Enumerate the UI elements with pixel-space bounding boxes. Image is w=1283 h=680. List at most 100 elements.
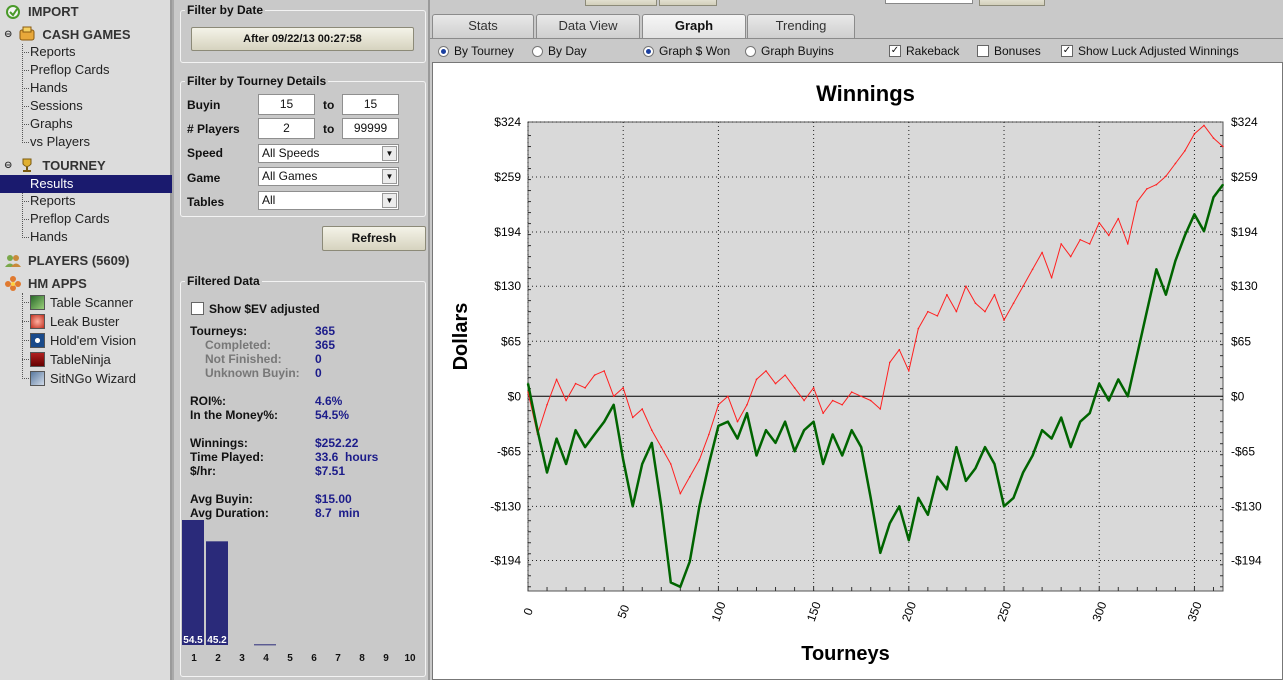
series-point-1 xyxy=(946,488,948,491)
series-point-1 xyxy=(1022,471,1024,474)
tab-trending[interactable]: Trending xyxy=(747,14,855,38)
graph-won-option[interactable]: Graph $ Won xyxy=(643,44,730,58)
filter-by-date-title: Filter by Date xyxy=(185,3,266,17)
filter-panel: Filter by Date After 09/22/13 00:27:58 F… xyxy=(174,0,430,680)
tables-select[interactable]: All ▼ xyxy=(258,191,399,210)
buyin-to-input[interactable]: 15 xyxy=(342,94,399,115)
nav-hm-apps[interactable]: HM APPS xyxy=(4,275,87,291)
series-point-1 xyxy=(917,497,920,499)
series-point-0 xyxy=(641,408,644,410)
series-point-0 xyxy=(1050,276,1053,279)
series-point-0 xyxy=(1146,188,1148,190)
buyin-from-input[interactable]: 15 xyxy=(258,94,315,115)
luck-adjusted-option[interactable]: ✓ Show Luck Adjusted Winnings xyxy=(1061,44,1239,58)
tab-stats[interactable]: Stats xyxy=(432,14,534,38)
nav-cash-vs-players[interactable]: vs Players xyxy=(30,133,90,151)
top-toolbar-select[interactable] xyxy=(885,0,973,4)
chart-title: Winnings xyxy=(816,81,915,106)
nav-import[interactable]: IMPORT xyxy=(4,3,79,19)
series-point-1 xyxy=(1212,196,1215,199)
show-ev-checkbox[interactable] xyxy=(191,302,204,315)
series-point-0 xyxy=(1117,217,1120,220)
stat-roi-value: 4.6% xyxy=(315,394,343,408)
radio-selected-icon[interactable] xyxy=(438,45,449,57)
app-leak-buster[interactable]: Leak Buster xyxy=(30,312,119,330)
finish-bar-value: 54.5 xyxy=(183,635,203,646)
nav-cash-preflop-cards[interactable]: Preflop Cards xyxy=(30,61,109,79)
series-point-0 xyxy=(631,416,634,419)
nav-players[interactable]: PLAYERS (5609) xyxy=(4,252,129,268)
tab-data-view[interactable]: Data View xyxy=(536,14,640,38)
dropdown-arrow-icon[interactable]: ▼ xyxy=(382,169,397,184)
series-point-0 xyxy=(1193,133,1196,135)
radio-icon[interactable] xyxy=(532,45,543,57)
collapse-icon: ⊖ xyxy=(4,159,13,171)
nav-tourney-results[interactable]: Results xyxy=(0,175,172,193)
x-tick-label: 50 xyxy=(615,603,633,621)
nav-cash-games[interactable]: ⊖ CASH GAMES xyxy=(4,26,131,42)
players-label: # Players xyxy=(187,122,240,136)
series-point-1 xyxy=(679,585,682,588)
players-from-input[interactable]: 2 xyxy=(258,118,315,139)
nav-cash-hands[interactable]: Hands xyxy=(30,79,68,97)
series-point-0 xyxy=(1203,124,1205,127)
top-toolbar-button[interactable] xyxy=(585,0,657,6)
winnings-chart-frame: Winnings Tourneys Dollars $324 $324 $259 $259 $… xyxy=(432,62,1283,680)
dropdown-arrow-icon[interactable]: ▼ xyxy=(382,146,397,161)
by-tourney-option[interactable]: By Tourney xyxy=(438,44,514,58)
y-tick-label-left: $194 xyxy=(494,225,521,239)
series-point-1 xyxy=(1126,395,1129,398)
series-point-1 xyxy=(974,467,977,470)
app-holdem-vision[interactable]: Hold'em Vision xyxy=(30,331,136,349)
series-point-0 xyxy=(1031,268,1034,271)
series-point-1 xyxy=(603,420,605,423)
nav-cash-sessions[interactable]: Sessions xyxy=(30,97,83,115)
nav-cash-reports[interactable]: Reports xyxy=(30,43,76,61)
series-point-1 xyxy=(1012,497,1015,499)
date-filter-button[interactable]: After 09/22/13 00:27:58 xyxy=(191,27,414,51)
app-sitngo-wizard[interactable]: SitNGo Wizard xyxy=(30,369,136,387)
checkbox-checked-icon[interactable]: ✓ xyxy=(889,45,901,57)
series-point-1 xyxy=(1050,437,1053,440)
app-tableninja[interactable]: TableNinja xyxy=(30,350,111,368)
nav-cash-graphs[interactable]: Graphs xyxy=(30,115,73,133)
top-toolbar-button[interactable] xyxy=(659,0,717,6)
speed-select[interactable]: All Speeds ▼ xyxy=(258,144,399,163)
series-point-1 xyxy=(955,446,958,448)
finish-bar-value: 45.2 xyxy=(207,635,227,646)
players-to-input[interactable]: 99999 xyxy=(342,118,399,139)
bonuses-option[interactable]: Bonuses xyxy=(977,44,1041,58)
tab-graph[interactable]: Graph xyxy=(642,14,746,39)
y-tick-label-right: $65 xyxy=(1231,334,1251,348)
nav-tourney-preflop-cards[interactable]: Preflop Cards xyxy=(30,210,109,228)
dropdown-arrow-icon[interactable]: ▼ xyxy=(382,193,397,208)
series-point-0 xyxy=(946,293,948,296)
by-day-option[interactable]: By Day xyxy=(532,44,587,58)
checkbox-checked-icon[interactable]: ✓ xyxy=(1061,45,1073,57)
apps-flower-icon xyxy=(4,275,22,291)
series-point-1 xyxy=(965,480,967,482)
nav-tourney-hands[interactable]: Hands xyxy=(30,228,68,246)
series-point-1 xyxy=(850,429,853,431)
tables-label: Tables xyxy=(187,195,225,209)
series-point-1 xyxy=(755,454,758,457)
refresh-button[interactable]: Refresh xyxy=(322,226,426,251)
top-toolbar-button[interactable] xyxy=(979,0,1045,6)
series-point-0 xyxy=(1069,255,1072,258)
game-select[interactable]: All Games ▼ xyxy=(258,167,399,186)
nav-tourney[interactable]: ⊖ TOURNEY xyxy=(4,157,106,173)
radio-selected-icon[interactable] xyxy=(643,45,654,57)
nav-tourney-reports[interactable]: Reports xyxy=(30,192,76,210)
series-point-0 xyxy=(860,395,863,398)
series-point-0 xyxy=(679,492,682,495)
app-table-scanner[interactable]: Table Scanner xyxy=(30,293,133,311)
series-point-0 xyxy=(974,302,977,304)
checkbox-icon[interactable] xyxy=(977,45,989,57)
graph-buyins-option[interactable]: Graph Buyins xyxy=(745,44,834,58)
rakeback-option[interactable]: ✓ Rakeback xyxy=(889,44,959,58)
series-point-0 xyxy=(984,310,986,313)
series-point-1 xyxy=(1193,213,1196,216)
series-point-1 xyxy=(869,497,872,499)
series-point-1 xyxy=(1060,416,1062,419)
radio-icon[interactable] xyxy=(745,45,756,57)
